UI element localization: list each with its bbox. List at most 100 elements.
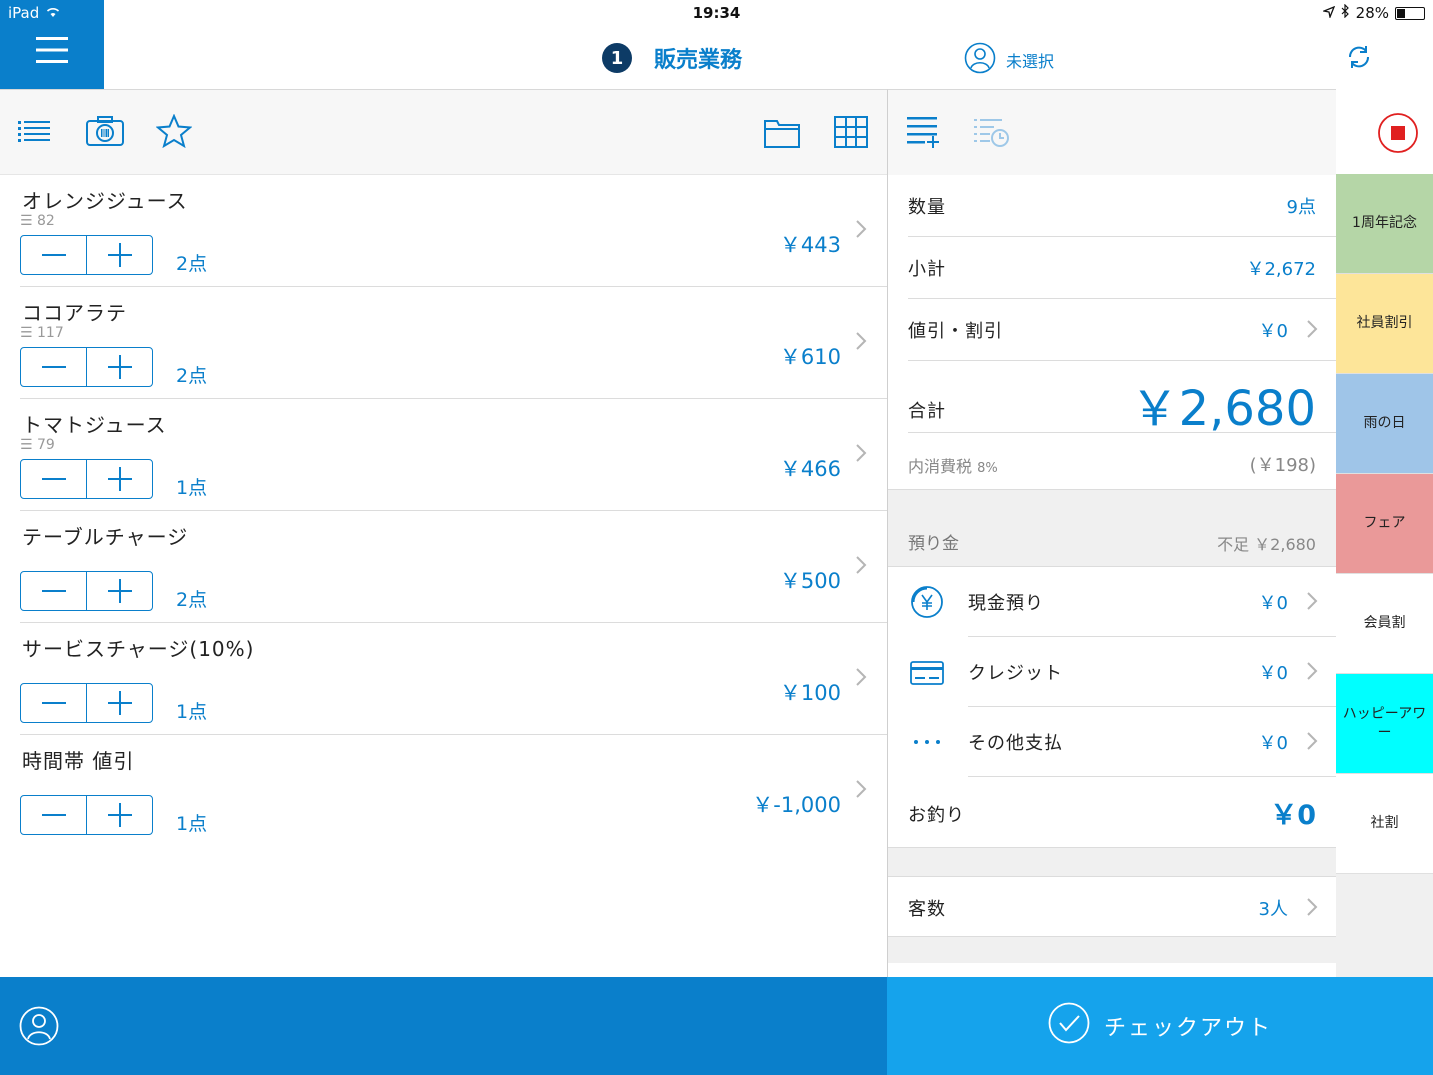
- decrement-button[interactable]: [21, 348, 86, 386]
- quantity-row: 数量 9点: [908, 175, 1336, 237]
- increment-button[interactable]: [86, 684, 152, 722]
- chevron-right-icon: [855, 667, 867, 691]
- status-left: iPad: [8, 4, 61, 22]
- chevron-right-icon: [1306, 661, 1318, 686]
- item-name: 時間帯 値引: [22, 749, 135, 773]
- discount-row[interactable]: 値引・割引 ￥0: [908, 299, 1336, 361]
- item-price: ￥610: [779, 345, 841, 369]
- cart-panel: オレンジジュース ☰ 82 2点 ￥443 ココアラテ ☰ 117 2点 ￥61…: [0, 89, 887, 977]
- total-value: ￥2,680: [1130, 381, 1316, 437]
- star-icon[interactable]: [155, 113, 193, 152]
- refresh-icon: [1346, 46, 1372, 74]
- list-view-icon[interactable]: [18, 120, 50, 148]
- payment-credit-row[interactable]: クレジット ￥0: [888, 637, 1336, 707]
- payment-label: クレジット: [968, 663, 1063, 684]
- cart-item[interactable]: テーブルチャージ 2点 ￥500: [20, 511, 887, 623]
- discount-button[interactable]: 雨の日: [1336, 374, 1433, 474]
- cart-item[interactable]: ココアラテ ☰ 117 2点 ￥610: [20, 287, 887, 399]
- chevron-right-icon: [855, 779, 867, 803]
- payment-other-row[interactable]: その他支払 ￥0: [888, 707, 1336, 777]
- payment-other-inner: その他支払 ￥0: [968, 707, 1336, 777]
- payment-credit-inner: クレジット ￥0: [968, 637, 1336, 707]
- payment-value: ￥0: [1258, 733, 1288, 754]
- stop-button[interactable]: [1377, 112, 1419, 158]
- item-price: ￥500: [779, 569, 841, 593]
- register-number-badge: 1: [602, 43, 632, 73]
- chevron-right-icon: [855, 331, 867, 355]
- deposit-shortage: 不足 ￥2,680: [1217, 535, 1316, 554]
- decrement-button[interactable]: [21, 684, 86, 722]
- subtotal-value: ￥2,672: [1246, 259, 1316, 280]
- add-list-icon[interactable]: [907, 116, 939, 154]
- quantity-stepper: [20, 459, 153, 499]
- credit-card-icon: [908, 661, 946, 685]
- cart-item[interactable]: 時間帯 値引 1点 ￥-1,000: [20, 735, 887, 847]
- checkout-button[interactable]: チェックアウト: [887, 977, 1433, 1075]
- chevron-right-icon: [855, 555, 867, 579]
- item-stock: ☰ 82: [20, 213, 55, 229]
- grid-view-icon[interactable]: [834, 116, 868, 152]
- increment-button[interactable]: [86, 572, 152, 610]
- checkout-label: チェックアウト: [1103, 1016, 1272, 1041]
- discount-button[interactable]: 1周年記念: [1336, 174, 1433, 274]
- item-quantity: 2点: [176, 589, 208, 611]
- guest-label: 客数: [908, 899, 946, 920]
- item-quantity: 1点: [176, 477, 208, 499]
- increment-button[interactable]: [86, 236, 152, 274]
- discount-button[interactable]: ハッピーアワー: [1336, 674, 1433, 774]
- discount-button[interactable]: 会員割: [1336, 574, 1433, 674]
- increment-button[interactable]: [86, 348, 152, 386]
- battery-percent: 28%: [1355, 4, 1389, 22]
- decrement-button[interactable]: [21, 796, 86, 834]
- increment-button[interactable]: [86, 460, 152, 498]
- section-gap: [888, 489, 1336, 517]
- refresh-button[interactable]: [1346, 44, 1372, 74]
- quantity-value: 9点: [1286, 197, 1316, 218]
- quantity-stepper: [20, 795, 153, 835]
- change-value: ￥0: [1270, 800, 1316, 831]
- quantity-stepper: [20, 347, 153, 387]
- item-quantity: 1点: [176, 701, 208, 723]
- discount-button[interactable]: 社割: [1336, 774, 1433, 874]
- folder-icon[interactable]: [764, 118, 800, 152]
- decrement-button[interactable]: [21, 460, 86, 498]
- cart-item-list: オレンジジュース ☰ 82 2点 ￥443 ココアラテ ☰ 117 2点 ￥61…: [0, 175, 887, 847]
- app-header: 1 販売業務 未選択: [104, 30, 1433, 89]
- battery-icon: [1395, 6, 1425, 20]
- cart-item[interactable]: サービスチャージ(10%) 1点 ￥100: [20, 623, 887, 735]
- cart-item[interactable]: トマトジュース ☰ 79 1点 ￥466: [20, 399, 887, 511]
- wifi-icon: [45, 4, 61, 22]
- discount-button[interactable]: 社員割引: [1336, 274, 1433, 374]
- chevron-right-icon: [855, 443, 867, 467]
- guest-count-row[interactable]: 客数 3人: [888, 877, 1336, 937]
- cart-item[interactable]: オレンジジュース ☰ 82 2点 ￥443: [20, 175, 887, 287]
- item-name: ココアラテ: [22, 301, 127, 325]
- quantity-stepper: [20, 683, 153, 723]
- decrement-button[interactable]: [21, 572, 86, 610]
- subtotal-label: 小計: [908, 259, 946, 280]
- item-name: トマトジュース: [22, 413, 167, 437]
- cart-toolbar: [0, 90, 887, 175]
- payment-cash-inner: 現金預り ￥0: [968, 567, 1336, 637]
- payment-label: 現金預り: [968, 593, 1044, 614]
- history-icon[interactable]: [974, 118, 1010, 152]
- page-title: 販売業務: [654, 48, 743, 73]
- decrement-button[interactable]: [21, 236, 86, 274]
- change-label: お釣り: [908, 805, 965, 826]
- increment-button[interactable]: [86, 796, 152, 834]
- item-price: ￥466: [779, 457, 841, 481]
- deposit-label: 預り金: [908, 534, 959, 554]
- yen-coin-icon: [908, 585, 946, 619]
- item-stock: ☰ 117: [20, 325, 64, 341]
- quantity-stepper: [20, 235, 153, 275]
- staff-button[interactable]: [19, 1006, 59, 1050]
- chevron-right-icon: [1306, 319, 1318, 344]
- bluetooth-icon: [1341, 3, 1350, 22]
- chevron-right-icon: [855, 219, 867, 243]
- quantity-label: 数量: [908, 197, 946, 218]
- discount-button[interactable]: フェア: [1336, 474, 1433, 574]
- barcode-camera-icon[interactable]: [86, 116, 124, 150]
- payment-cash-row[interactable]: 現金預り ￥0: [888, 567, 1336, 637]
- title-group: 1 販売業務: [602, 42, 742, 74]
- customer-select-button[interactable]: 未選択: [964, 42, 1054, 78]
